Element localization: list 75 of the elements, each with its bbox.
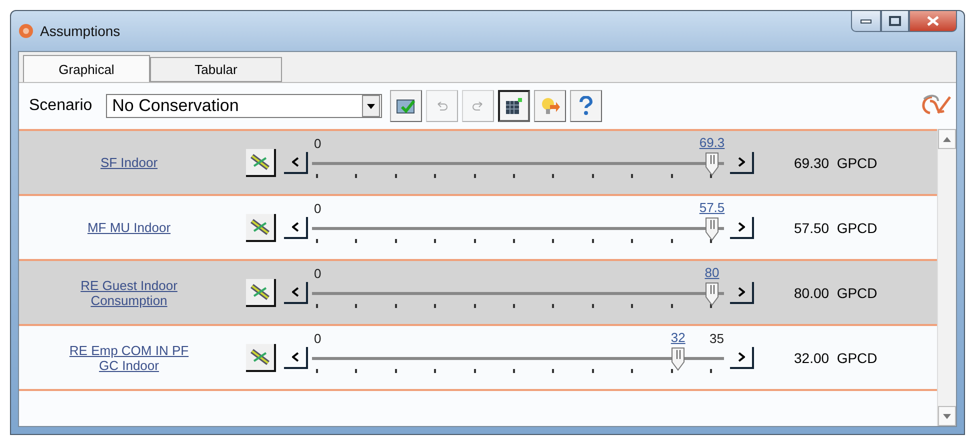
- chevron-left-icon: [292, 352, 298, 362]
- decrease-button[interactable]: [284, 346, 308, 368]
- scenario-label: Scenario: [29, 97, 92, 115]
- min-value: 0: [314, 331, 322, 346]
- dropdown-arrow-icon: [367, 104, 376, 108]
- redo-icon: [471, 101, 486, 111]
- lightbulb-icon: [540, 96, 560, 116]
- value-link[interactable]: 80: [704, 265, 720, 280]
- close-icon: [927, 16, 939, 26]
- window-title: Assumptions: [40, 23, 120, 39]
- value-reading: 80.00 GPCD: [794, 284, 878, 300]
- slider-track[interactable]: [312, 292, 724, 295]
- app-logo-icon: [18, 23, 34, 39]
- value-link[interactable]: 57.5: [699, 200, 725, 215]
- hint-button[interactable]: [534, 90, 566, 122]
- decrease-button[interactable]: [284, 216, 308, 238]
- slider-thumb[interactable]: [703, 152, 721, 176]
- max-value: 35: [710, 331, 724, 346]
- slider-thumb[interactable]: [669, 347, 688, 371]
- minimize-button[interactable]: [851, 11, 881, 32]
- min-value: 0: [314, 201, 322, 216]
- slider-track[interactable]: [312, 162, 724, 165]
- minimize-icon: [860, 18, 872, 24]
- min-value: 0: [314, 136, 322, 151]
- assumption-link[interactable]: SF Indoor: [100, 155, 158, 170]
- assumption-link[interactable]: RE Guest Indoor Consumption: [59, 278, 199, 308]
- apply-button[interactable]: [390, 90, 422, 122]
- increase-button[interactable]: [730, 216, 754, 238]
- maximize-button[interactable]: [881, 11, 909, 32]
- chevron-left-icon: [292, 286, 298, 296]
- decrease-button[interactable]: [284, 282, 308, 304]
- pin-button[interactable]: [246, 214, 276, 242]
- help-button[interactable]: [570, 90, 602, 122]
- pin-button[interactable]: [246, 344, 276, 372]
- grid-button[interactable]: [498, 90, 530, 122]
- pin-button[interactable]: [246, 148, 276, 176]
- pin-button[interactable]: [246, 278, 276, 306]
- slider-track[interactable]: [312, 227, 724, 230]
- slider-thumb[interactable]: [703, 282, 721, 306]
- scrollbar[interactable]: [937, 129, 956, 426]
- chevron-left-icon: [292, 156, 298, 166]
- chevron-right-icon: [738, 222, 744, 232]
- chevron-right-icon: [738, 286, 744, 296]
- chevron-left-icon: [292, 222, 298, 232]
- decrease-button[interactable]: [284, 152, 308, 174]
- slider-track[interactable]: [312, 357, 724, 360]
- value-link[interactable]: 32: [670, 330, 686, 345]
- value-reading: 57.50 GPCD: [794, 220, 878, 236]
- pencil-icon: [250, 348, 270, 366]
- close-button[interactable]: [909, 11, 957, 32]
- increase-button[interactable]: [730, 282, 754, 304]
- undo-icon: [435, 101, 450, 111]
- chevron-right-icon: [738, 352, 744, 362]
- pencil-icon: [250, 282, 270, 300]
- increase-button[interactable]: [730, 346, 754, 368]
- pencil-icon: [250, 218, 270, 236]
- increase-button[interactable]: [730, 152, 754, 174]
- value-reading: 32.00 GPCD: [794, 350, 878, 366]
- assumption-link[interactable]: MF MU Indoor: [87, 220, 171, 235]
- grid-icon: [505, 97, 524, 115]
- scenario-dropdown[interactable]: No Conservation: [106, 94, 382, 118]
- pencil-icon: [250, 152, 270, 170]
- assumption-link[interactable]: RE Emp COM IN PF GC Indoor: [59, 342, 199, 372]
- scroll-up-icon: [943, 136, 951, 142]
- scroll-down-icon: [943, 414, 951, 418]
- min-value: 0: [314, 266, 322, 281]
- value-link[interactable]: 69.3: [699, 135, 725, 150]
- slider-thumb[interactable]: [703, 217, 721, 241]
- value-reading: 69.30 GPCD: [794, 154, 878, 170]
- chevron-right-icon: [738, 156, 744, 166]
- tab[interactable]: Graphical: [23, 55, 150, 82]
- checkmark-icon: [396, 97, 416, 115]
- tab[interactable]: Tabular: [150, 57, 282, 82]
- help-icon: [579, 96, 594, 116]
- maximize-icon: [889, 16, 901, 26]
